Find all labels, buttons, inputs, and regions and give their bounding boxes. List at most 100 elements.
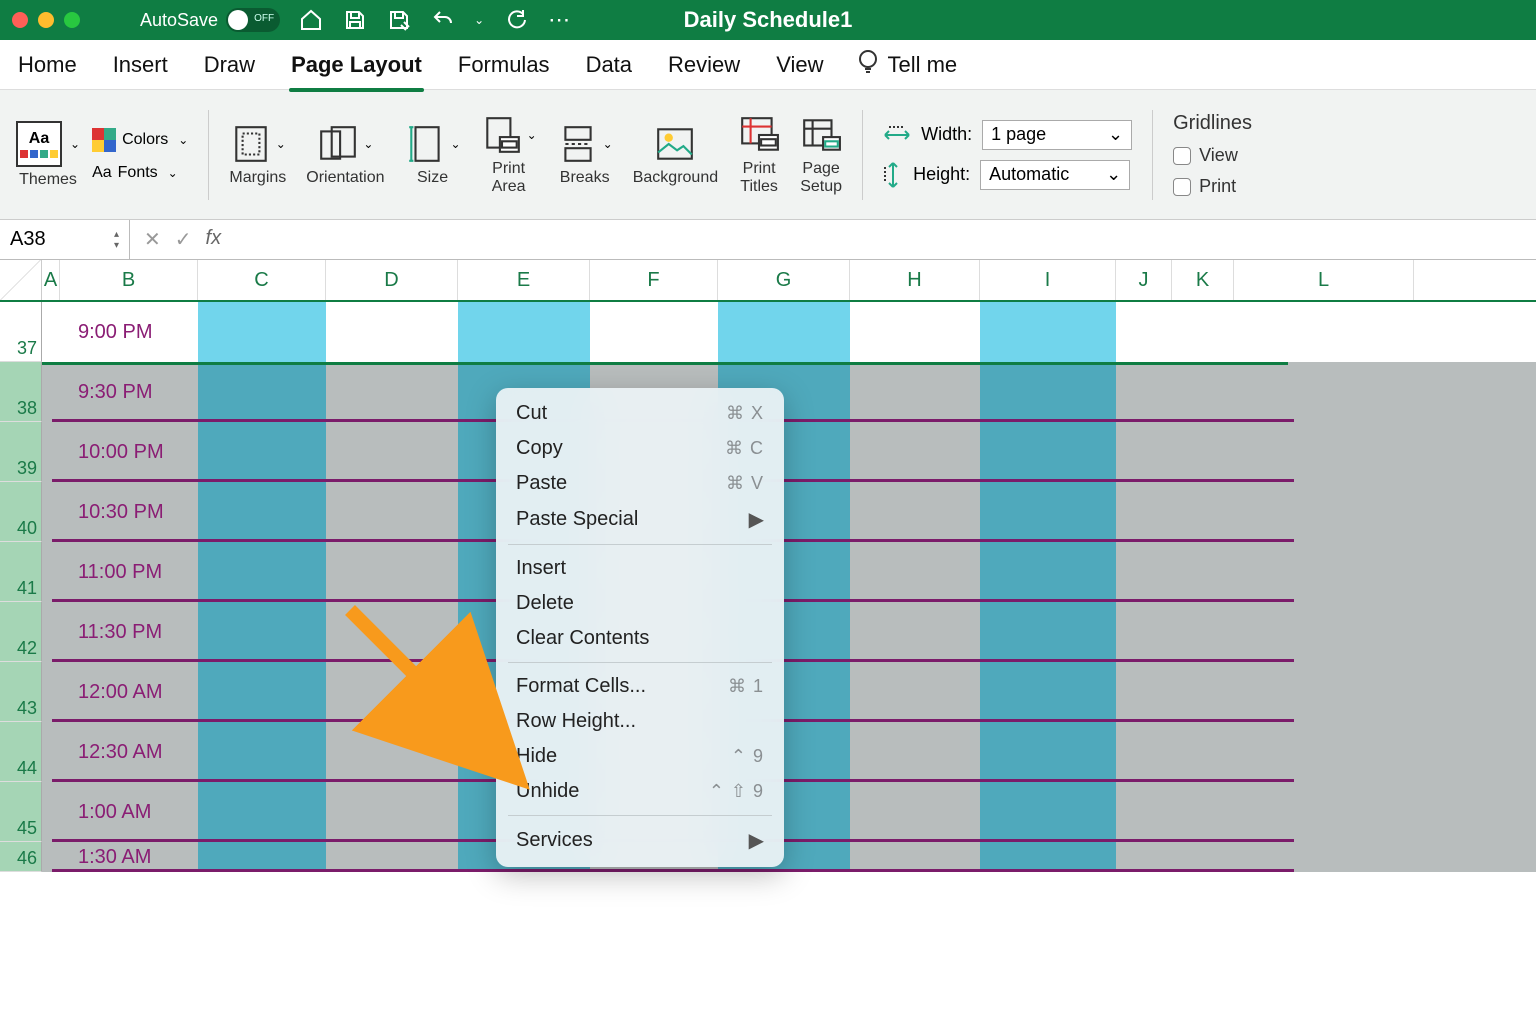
row-header-44[interactable]: 44 bbox=[0, 722, 42, 782]
gridlines-print-checkbox[interactable]: Print bbox=[1173, 176, 1236, 197]
time-cell[interactable]: 12:00 AM bbox=[42, 662, 196, 722]
cm-unhide[interactable]: Unhide⌃ ⇧ 9 bbox=[496, 774, 784, 809]
orientation-button[interactable]: ⌄ Orientation bbox=[306, 123, 384, 187]
row-header-37[interactable]: 37 bbox=[0, 302, 42, 362]
row-header-42[interactable]: 42 bbox=[0, 602, 42, 662]
row-header-45[interactable]: 45 bbox=[0, 782, 42, 842]
time-cell[interactable]: 10:00 PM bbox=[42, 422, 196, 482]
margins-button[interactable]: ⌄ Margins bbox=[229, 123, 286, 187]
tab-formulas[interactable]: Formulas bbox=[456, 46, 552, 84]
column-headers: ABCDEFGHIJKL bbox=[0, 260, 1536, 302]
table-row[interactable]: 11:00 PM bbox=[42, 542, 1536, 602]
col-header-L[interactable]: L bbox=[1234, 260, 1414, 300]
autosave-switch[interactable]: OFF bbox=[226, 8, 280, 32]
print-titles-button[interactable]: Print Titles bbox=[738, 114, 780, 196]
tab-data[interactable]: Data bbox=[584, 46, 634, 84]
cm-hide[interactable]: Hide⌃ 9 bbox=[496, 739, 784, 774]
undo-dropdown-icon[interactable]: ⌄ bbox=[474, 13, 484, 27]
cancel-icon[interactable]: ✕ bbox=[144, 227, 161, 252]
more-icon[interactable]: ⋯ bbox=[546, 7, 572, 33]
maximize-window-button[interactable] bbox=[64, 12, 80, 28]
width-select[interactable]: 1 page⌄ bbox=[982, 120, 1132, 150]
row-header-43[interactable]: 43 bbox=[0, 662, 42, 722]
themes-button[interactable]: Aa bbox=[16, 121, 62, 167]
height-select[interactable]: Automatic⌄ bbox=[980, 160, 1130, 190]
table-row[interactable]: 11:30 PM bbox=[42, 602, 1536, 662]
row-header-46[interactable]: 46 bbox=[0, 842, 42, 872]
chevron-down-icon[interactable]: ⌄ bbox=[70, 137, 80, 151]
gridlines-view-checkbox[interactable]: View bbox=[1173, 145, 1238, 166]
enter-icon[interactable]: ✓ bbox=[175, 227, 192, 252]
colors-button[interactable]: Colors⌄ bbox=[92, 128, 188, 152]
close-window-button[interactable] bbox=[12, 12, 28, 28]
row-header-39[interactable]: 39 bbox=[0, 422, 42, 482]
fx-icon[interactable]: fx bbox=[206, 227, 222, 252]
cm-row-height[interactable]: Row Height... bbox=[496, 704, 784, 739]
quick-access-toolbar: ⌄ ⋯ bbox=[298, 7, 572, 33]
fonts-label: Fonts bbox=[118, 164, 158, 182]
col-header-B[interactable]: B bbox=[60, 260, 198, 300]
save-icon[interactable] bbox=[342, 7, 368, 33]
select-all-corner[interactable] bbox=[0, 260, 42, 300]
col-header-K[interactable]: K bbox=[1172, 260, 1234, 300]
tab-draw[interactable]: Draw bbox=[202, 46, 257, 84]
undo-icon[interactable] bbox=[430, 7, 456, 33]
save-as-icon[interactable] bbox=[386, 7, 412, 33]
tab-insert[interactable]: Insert bbox=[111, 46, 170, 84]
name-box[interactable]: A38 ▴▾ bbox=[0, 220, 130, 259]
page-setup-button[interactable]: Page Setup bbox=[800, 114, 842, 196]
col-header-I[interactable]: I bbox=[980, 260, 1116, 300]
table-row[interactable]: 9:00 PM bbox=[42, 302, 1536, 362]
col-header-J[interactable]: J bbox=[1116, 260, 1172, 300]
col-header-A[interactable]: A bbox=[42, 260, 60, 300]
table-row[interactable]: 12:00 AM bbox=[42, 662, 1536, 722]
row-header-40[interactable]: 40 bbox=[0, 482, 42, 542]
table-row[interactable]: 10:00 PM bbox=[42, 422, 1536, 482]
minimize-window-button[interactable] bbox=[38, 12, 54, 28]
fonts-button[interactable]: Aa Fonts⌄ bbox=[92, 164, 188, 182]
tab-view[interactable]: View bbox=[774, 46, 825, 84]
time-cell[interactable]: 10:30 PM bbox=[42, 482, 196, 542]
table-row[interactable]: 1:30 AM bbox=[42, 842, 1536, 872]
cm-cut[interactable]: Cut⌘ X bbox=[496, 396, 784, 431]
tell-me-search[interactable]: Tell me bbox=[857, 49, 957, 81]
cm-delete[interactable]: Delete bbox=[496, 586, 784, 621]
autosave-toggle[interactable]: AutoSave OFF bbox=[140, 8, 280, 32]
cm-copy[interactable]: Copy⌘ C bbox=[496, 431, 784, 466]
time-cell[interactable]: 12:30 AM bbox=[42, 722, 196, 782]
col-header-G[interactable]: G bbox=[718, 260, 850, 300]
row-header-38[interactable]: 38 bbox=[0, 362, 42, 422]
background-button[interactable]: Background bbox=[633, 123, 718, 187]
col-header-E[interactable]: E bbox=[458, 260, 590, 300]
cm-services[interactable]: Services▶ bbox=[496, 822, 784, 859]
cm-clear-contents[interactable]: Clear Contents bbox=[496, 621, 784, 656]
table-row[interactable]: 12:30 AM bbox=[42, 722, 1536, 782]
time-cell[interactable]: 11:00 PM bbox=[42, 542, 196, 602]
row-header-41[interactable]: 41 bbox=[0, 542, 42, 602]
time-cell[interactable]: 11:30 PM bbox=[42, 602, 196, 662]
cm-paste[interactable]: Paste⌘ V bbox=[496, 466, 784, 501]
tab-page-layout[interactable]: Page Layout bbox=[289, 46, 424, 84]
col-header-F[interactable]: F bbox=[590, 260, 718, 300]
table-row[interactable]: 1:00 AM bbox=[42, 782, 1536, 842]
cm-paste-special[interactable]: Paste Special▶ bbox=[496, 501, 784, 538]
breaks-button[interactable]: ⌄ Breaks bbox=[557, 123, 613, 187]
col-header-H[interactable]: H bbox=[850, 260, 980, 300]
print-area-button[interactable]: ⌄ Print Area bbox=[481, 114, 537, 196]
table-row[interactable]: 9:30 PM bbox=[42, 362, 1536, 422]
time-cell[interactable]: 9:30 PM bbox=[42, 362, 196, 422]
time-cell[interactable]: 9:00 PM bbox=[42, 302, 196, 362]
tab-home[interactable]: Home bbox=[16, 46, 79, 84]
time-cell[interactable]: 1:30 AM bbox=[42, 842, 196, 872]
size-button[interactable]: ⌄ Size bbox=[405, 123, 461, 187]
table-row[interactable]: 10:30 PM bbox=[42, 482, 1536, 542]
time-cell[interactable]: 1:00 AM bbox=[42, 782, 196, 842]
col-header-C[interactable]: C bbox=[198, 260, 326, 300]
col-header-D[interactable]: D bbox=[326, 260, 458, 300]
redo-icon[interactable] bbox=[502, 7, 528, 33]
cells[interactable]: 9:00 PM9:30 PM10:00 PM10:30 PM11:00 PM11… bbox=[42, 302, 1536, 872]
tab-review[interactable]: Review bbox=[666, 46, 742, 84]
cm-format-cells[interactable]: Format Cells...⌘ 1 bbox=[496, 669, 784, 704]
home-icon[interactable] bbox=[298, 7, 324, 33]
cm-insert[interactable]: Insert bbox=[496, 551, 784, 586]
